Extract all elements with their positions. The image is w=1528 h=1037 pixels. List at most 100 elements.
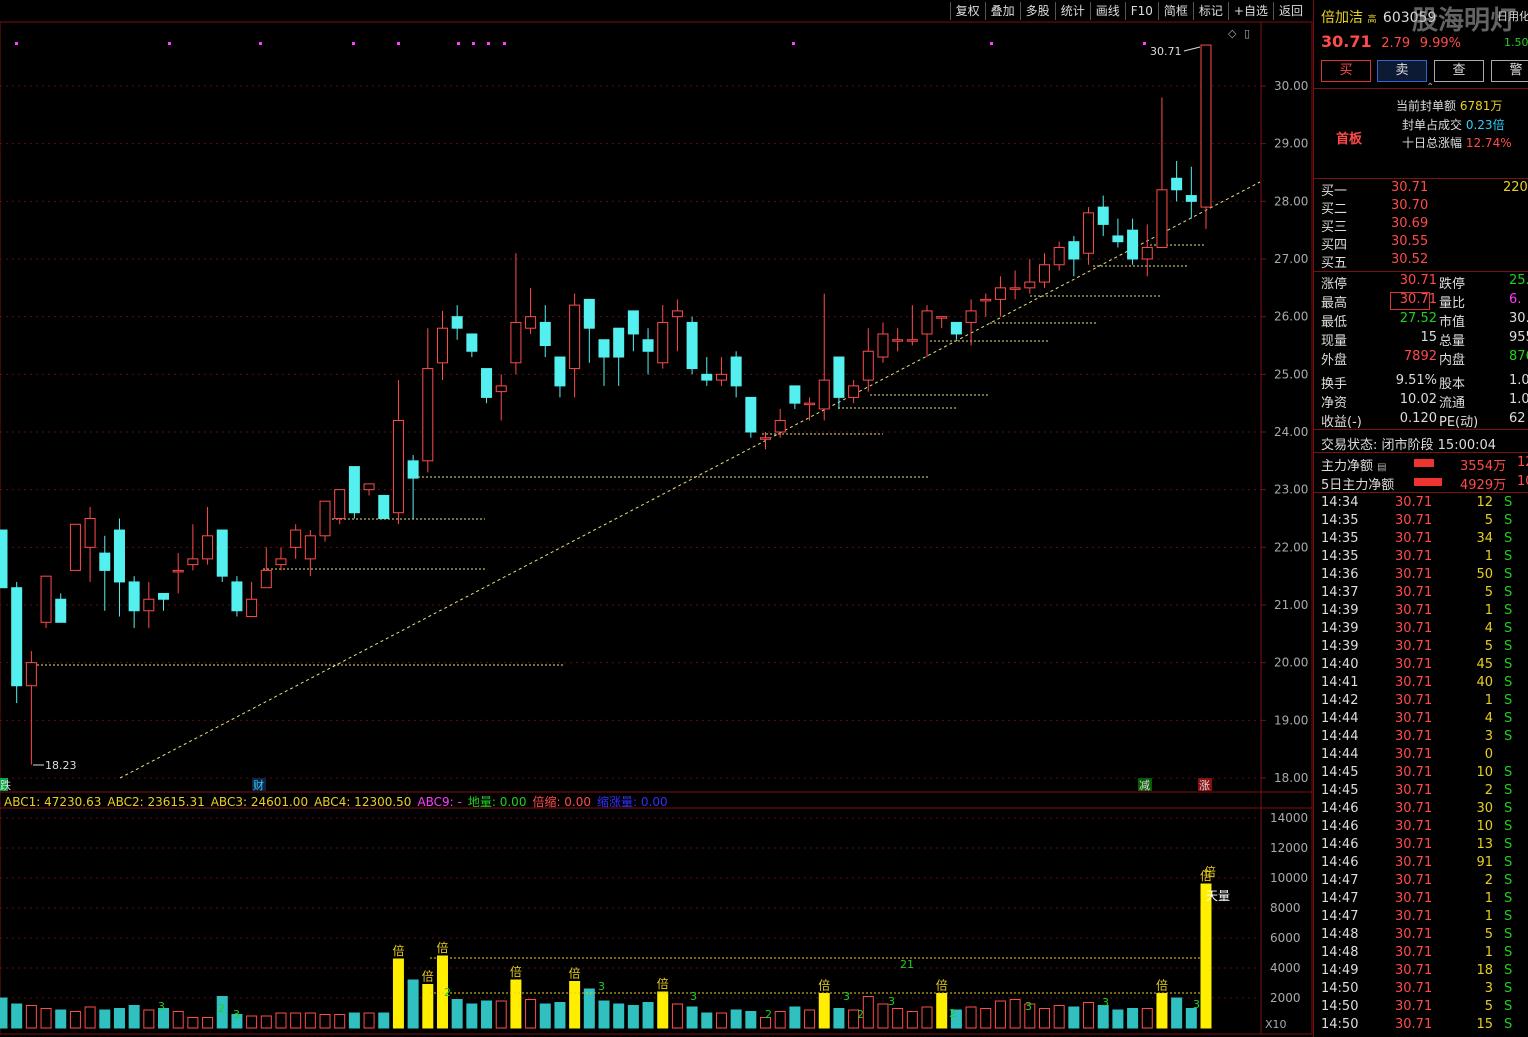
volume-bar <box>202 1017 214 1029</box>
candle-body <box>804 402 816 406</box>
tick-volume: 18 <box>1476 963 1493 978</box>
candle-body <box>172 569 184 573</box>
volume-bar <box>994 1000 1006 1029</box>
info-icon[interactable]: ▤ <box>1377 462 1386 473</box>
bid-label: 买一 <box>1321 184 1348 199</box>
volume-bar <box>40 1008 52 1029</box>
status-value: 闭市阶段 15:00:04 <box>1381 438 1497 453</box>
candle-body <box>539 321 551 346</box>
candle-body <box>965 310 977 323</box>
tick-time: 14:46 <box>1321 819 1359 834</box>
high-tag: 高 <box>1367 15 1377 25</box>
bei-mark: 倍 <box>422 969 434 984</box>
volume-tick-label: 12000 <box>1270 841 1308 855</box>
order-book-row: 买四 30.55 <box>1321 234 1528 253</box>
quote-label: PE(动) <box>1439 415 1479 430</box>
quote-value: 9.51% <box>1395 373 1437 388</box>
sell-button[interactable]: 卖 <box>1377 60 1427 82</box>
candle-body <box>363 483 375 491</box>
tick-price: 30.71 <box>1395 963 1433 978</box>
candle-body <box>392 419 404 514</box>
diamond-icon[interactable]: ◇ <box>1228 27 1237 40</box>
candle-body <box>158 592 170 600</box>
order-book-row: 买一 30.71 220 <box>1321 180 1528 199</box>
tick-volume: 5 <box>1484 585 1493 600</box>
tick-row: 14:41 30.71 40 S <box>1321 675 1528 693</box>
tick-volume: 0 <box>1484 747 1493 762</box>
divider <box>1314 88 1528 89</box>
tick-row: 14:48 30.71 1 S <box>1321 945 1528 963</box>
volume-bar <box>290 1012 302 1029</box>
tick-row: 14:36 30.71 50 S <box>1321 567 1528 585</box>
bid-price: 30.70 <box>1391 198 1429 213</box>
tick-volume: 15 <box>1476 1017 1493 1032</box>
tick-time: 14:47 <box>1321 909 1359 924</box>
kline-chart[interactable]: 30.00 29.00 28.00 27.00 26.00 25.00 24.00 23.00… <box>0 0 1313 1037</box>
status-label: 交易状态: <box>1321 438 1378 453</box>
volume-bar <box>0 997 8 1029</box>
vol-mark-3: 3 <box>843 990 850 1003</box>
tick-time: 14:37 <box>1321 585 1359 600</box>
vol-mark-3: 3 <box>1025 1000 1032 1013</box>
candle-body <box>554 356 566 387</box>
tick-row: 14:34 30.71 12 S <box>1321 495 1528 513</box>
volume-tick-label: 10000 <box>1270 871 1308 885</box>
tick-row: 14:50 30.71 5 S <box>1321 999 1528 1017</box>
alert-button[interactable]: 警 <box>1491 60 1528 82</box>
tick-volume: 2 <box>1484 873 1493 888</box>
tick-volume: 10 <box>1476 819 1493 834</box>
volume-bar <box>260 1015 272 1029</box>
industry-change: 1.50 <box>1504 36 1528 49</box>
buy-button[interactable]: 买 <box>1321 60 1371 82</box>
price-line: 30.71 2.79 9.99% <box>1321 32 1461 51</box>
volume-tick-label: 2000 <box>1270 991 1301 1005</box>
volume-bar <box>921 1006 933 1029</box>
quote-label: 最高 <box>1321 296 1348 311</box>
volume-bar <box>128 1005 140 1029</box>
volume-bar <box>1156 993 1168 1029</box>
volume-bar <box>25 1005 37 1029</box>
query-button[interactable]: 查 <box>1434 60 1484 82</box>
tick-time: 14:47 <box>1321 873 1359 888</box>
price-tick-label: 29.00 <box>1274 137 1308 151</box>
volume-bar <box>804 1009 816 1029</box>
tick-time: 14:35 <box>1321 513 1359 528</box>
tick-time: 14:46 <box>1321 837 1359 852</box>
bei-mark: 倍 <box>936 978 948 993</box>
chart-frame <box>0 21 1313 1035</box>
volume-bar <box>481 1000 493 1029</box>
candle-body <box>642 339 654 352</box>
volume-tick-label: 4000 <box>1270 961 1301 975</box>
quote-value: 1.00 <box>1509 373 1528 388</box>
candle-body <box>1053 246 1065 266</box>
zhang-label: 涨 <box>1199 779 1210 792</box>
candle-body <box>436 327 448 364</box>
tick-side: S <box>1504 711 1513 726</box>
volume-bar <box>172 1011 184 1029</box>
volume-bar <box>715 1012 727 1029</box>
bei-mark: 倍 <box>657 976 669 991</box>
tick-time: 14:48 <box>1321 945 1359 960</box>
tick-volume: 30 <box>1476 801 1493 816</box>
window-icon[interactable]: ▯ <box>1244 27 1250 40</box>
candle-body <box>569 304 581 370</box>
quote-row: 收益(-) 0.120 PE(动) 62 <box>1321 411 1528 430</box>
tick-time: 14:47 <box>1321 891 1359 906</box>
tick-price: 30.71 <box>1395 801 1433 816</box>
high-box <box>1390 292 1430 310</box>
volume-bar <box>378 1012 390 1029</box>
tick-volume: 34 <box>1476 531 1493 546</box>
high-arrow <box>1183 46 1201 52</box>
tick-side: S <box>1504 855 1513 870</box>
tick-row: 14:35 30.71 1 S <box>1321 549 1528 567</box>
tick-time: 14:50 <box>1321 999 1359 1014</box>
tick-price: 30.71 <box>1395 1017 1433 1032</box>
vol-mark-3: 3 <box>598 980 605 993</box>
event-dot <box>457 42 460 45</box>
tick-time: 14:46 <box>1321 801 1359 816</box>
candle-body <box>627 310 639 335</box>
tick-price: 30.71 <box>1395 999 1433 1014</box>
fund-label: 5日主力净额 <box>1321 478 1395 493</box>
tick-price: 30.71 <box>1395 585 1433 600</box>
tick-row: 14:39 30.71 1 S <box>1321 603 1528 621</box>
